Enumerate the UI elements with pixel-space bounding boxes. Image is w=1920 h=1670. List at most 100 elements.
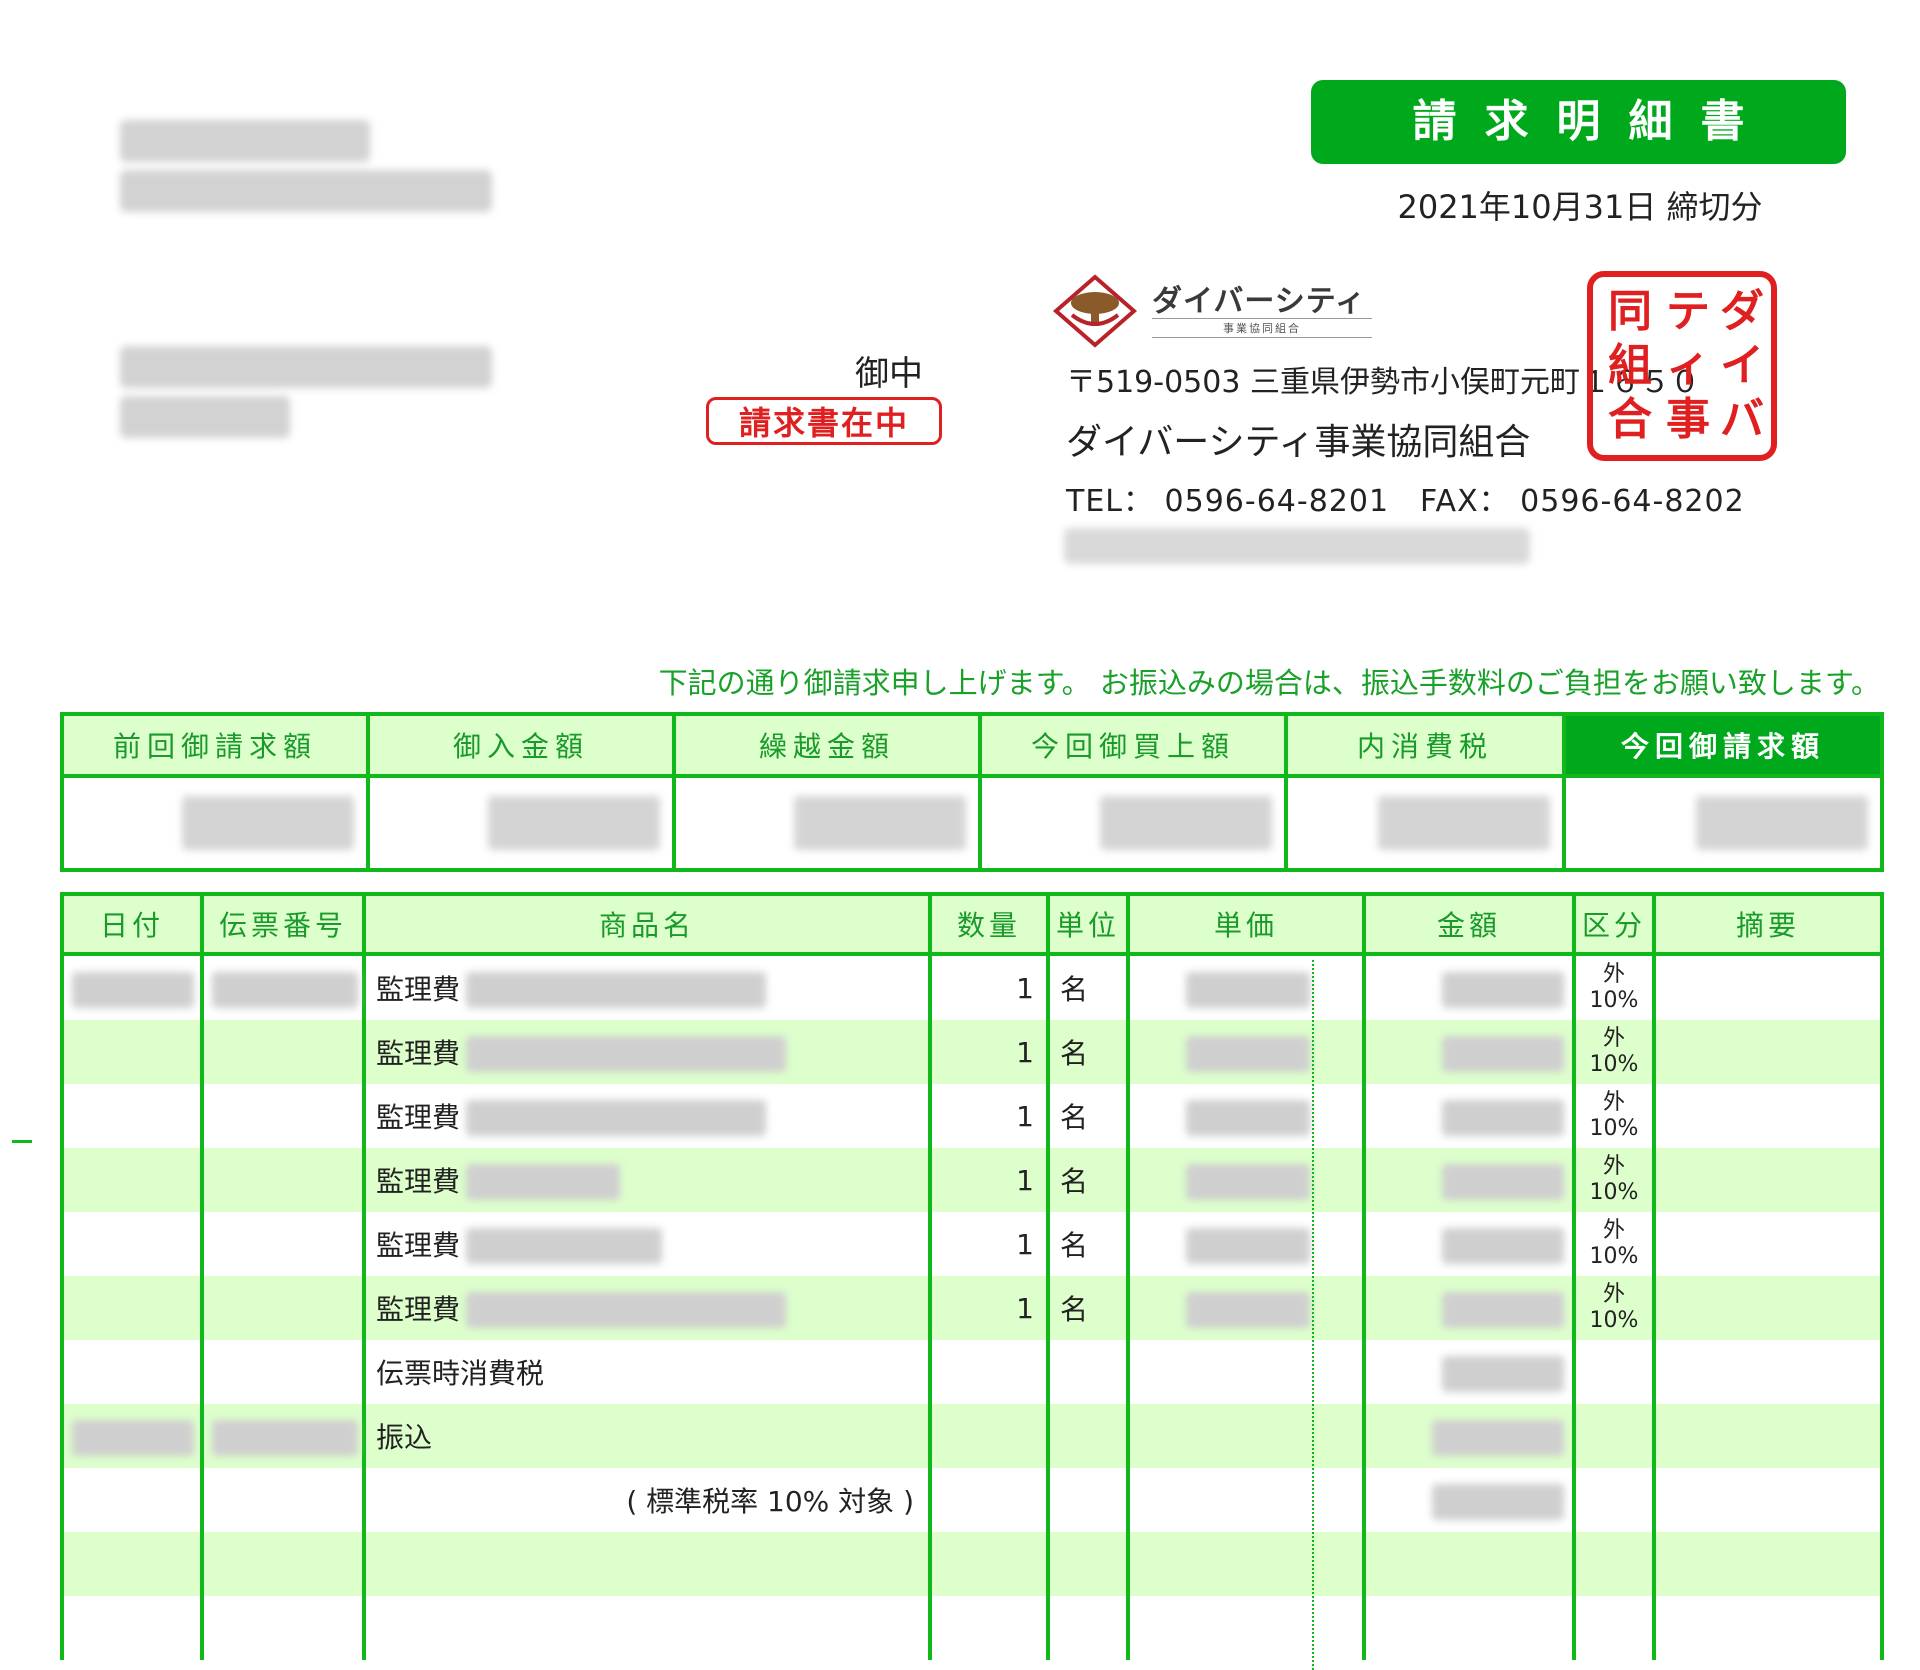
- cell-amount: [1362, 1084, 1576, 1148]
- summary-value-previous: [60, 774, 370, 872]
- cell-unit-price: [1126, 1340, 1366, 1404]
- redacted-amount: [488, 796, 660, 850]
- cell-date: [60, 1468, 204, 1532]
- cell-unit: 名: [1046, 1148, 1130, 1212]
- recipient-honorific: 御中: [855, 354, 923, 394]
- transfer-label: 振込: [362, 1404, 932, 1468]
- cell-qty: 1: [928, 1020, 1050, 1084]
- item-name: 監理費: [376, 1293, 461, 1326]
- table-row: 振込: [60, 1404, 1884, 1468]
- cell-unit-price: [1126, 954, 1366, 1020]
- item-name: 監理費: [376, 1101, 461, 1134]
- cell-unit-price: [1126, 1276, 1366, 1340]
- cell-qty: [928, 1468, 1050, 1532]
- redacted-amount: [1442, 1100, 1564, 1136]
- cell-unit-price: [1126, 1212, 1366, 1276]
- cell-qty: 1: [928, 1212, 1050, 1276]
- redacted-amount: [182, 796, 354, 850]
- detail-header-tax-class: 区分: [1572, 892, 1656, 956]
- summary-value-received: [366, 774, 676, 872]
- cell-date: [60, 1276, 204, 1340]
- table-row: 監理費 1 名 外 10%: [60, 1276, 1884, 1340]
- company-phone-fax: TEL： 0596-64-8201 FAX： 0596-64-8202: [1066, 484, 1745, 519]
- tax-class: 外: [1602, 1026, 1625, 1051]
- cell-unit: 名: [1046, 1020, 1130, 1084]
- payment-notice: 下記の通り御請求申し上げます。 お振込みの場合は、振込手数料のご負担をお願い致し…: [658, 666, 1880, 700]
- redacted-amount: [1378, 796, 1550, 850]
- redacted-unit-price: [1186, 1292, 1310, 1328]
- cell-item: 監理費: [362, 1276, 932, 1340]
- cell-amount: [1362, 1468, 1576, 1532]
- redacted-amount: [1696, 796, 1868, 850]
- svg-text:組: 組: [1608, 340, 1652, 391]
- redacted-slip-no: [212, 1420, 358, 1456]
- detail-header-unit: 単位: [1046, 892, 1130, 956]
- detail-header-amount: 金額: [1362, 892, 1576, 956]
- company-seal-icon: ダイバ ティ事 同組合: [1587, 271, 1777, 461]
- document-title: 請求明細書: [1311, 80, 1846, 164]
- redacted-company-extra: [1064, 528, 1530, 564]
- fold-mark: [12, 1140, 32, 1143]
- cell-remarks: [1652, 1276, 1884, 1340]
- svg-text:テ: テ: [1666, 286, 1710, 337]
- summary-header-tax: 内消費税: [1284, 712, 1566, 778]
- cell-tax-class: 外 10%: [1572, 954, 1656, 1020]
- redacted-amount: [794, 796, 966, 850]
- cell-item: 監理費: [362, 1084, 932, 1148]
- redacted-unit-price: [1186, 1228, 1310, 1264]
- cell-remarks: [1652, 1148, 1884, 1212]
- tax-class: 外: [1602, 1218, 1625, 1243]
- summary-value-current-total: [1562, 774, 1884, 872]
- table-row: 監理費 1 名 外 10%: [60, 1212, 1884, 1276]
- redacted-slip-no: [212, 972, 358, 1008]
- detail-header-item: 商品名: [362, 892, 932, 956]
- cell-remarks: [1652, 1340, 1884, 1404]
- cell-amount: [1362, 1276, 1576, 1340]
- cell-slip-no: [200, 1404, 366, 1468]
- redacted-item-detail: [466, 1164, 620, 1200]
- tax-class: 外: [1602, 962, 1625, 987]
- item-name: 監理費: [376, 1165, 461, 1198]
- cell-remarks: [1652, 1404, 1884, 1468]
- tax-class: 外: [1602, 1154, 1625, 1179]
- table-row: 監理費 1 名 外 10%: [60, 1084, 1884, 1148]
- detail-table: 日付 伝票番号 商品名 数量 単位 単価 金額 区分 摘要 監理費 1 名 外1…: [60, 892, 1884, 1660]
- cell-unit-price: [1126, 1084, 1366, 1148]
- redacted-amount: [1442, 1228, 1564, 1264]
- redacted-item-detail: [466, 972, 766, 1008]
- summary-header-purchases: 今回御買上額: [978, 712, 1288, 778]
- tax-rate: 10%: [1589, 1244, 1639, 1269]
- summary-header-previous: 前回御請求額: [60, 712, 370, 778]
- table-row: 監理費 1 名 外 10%: [60, 954, 1884, 1020]
- cell-remarks: [1652, 1084, 1884, 1148]
- cell-remarks: [1652, 1020, 1884, 1084]
- summary-table: 前回御請求額 御入金額 繰越金額 今回御買上額 内消費税 今回御請求額: [60, 712, 1884, 872]
- cell-tax-class: 外 10%: [1572, 1276, 1656, 1340]
- detail-header-unit-price: 単価: [1126, 892, 1366, 956]
- detail-header-qty: 数量: [928, 892, 1050, 956]
- redacted-amount: [1442, 1292, 1564, 1328]
- redacted-amount: [1442, 1036, 1564, 1072]
- cell-amount: [1362, 1020, 1576, 1084]
- cell-item: 監理費: [362, 1212, 932, 1276]
- cell-amount: [1362, 954, 1576, 1020]
- logo-company-subtitle: 事業協同組合: [1152, 318, 1372, 338]
- tax-rate-note: ( 標準税率 10% 対象 ): [362, 1468, 932, 1532]
- cell-unit: 名: [1046, 954, 1130, 1020]
- tax-rate: 10%: [1589, 1116, 1639, 1141]
- detail-header-remarks: 摘要: [1652, 892, 1884, 956]
- cell-unit: [1046, 1340, 1130, 1404]
- cell-qty: 1: [928, 1276, 1050, 1340]
- redacted-unit-price: [1186, 972, 1310, 1008]
- redacted-recipient-line-4: [120, 396, 290, 438]
- summary-header-carryover: 繰越金額: [672, 712, 982, 778]
- cell-tax-class: 外 10%: [1572, 1020, 1656, 1084]
- summary-value-carryover: [672, 774, 982, 872]
- redacted-recipient-line-1: [120, 120, 370, 162]
- cell-item: 監理費: [362, 1020, 932, 1084]
- item-name: 監理費: [376, 1037, 461, 1070]
- redacted-date: [72, 1420, 194, 1456]
- cell-unit-price: [1126, 1404, 1366, 1468]
- cell-tax-class: 外 10%: [1572, 1148, 1656, 1212]
- cell-date: [60, 1212, 204, 1276]
